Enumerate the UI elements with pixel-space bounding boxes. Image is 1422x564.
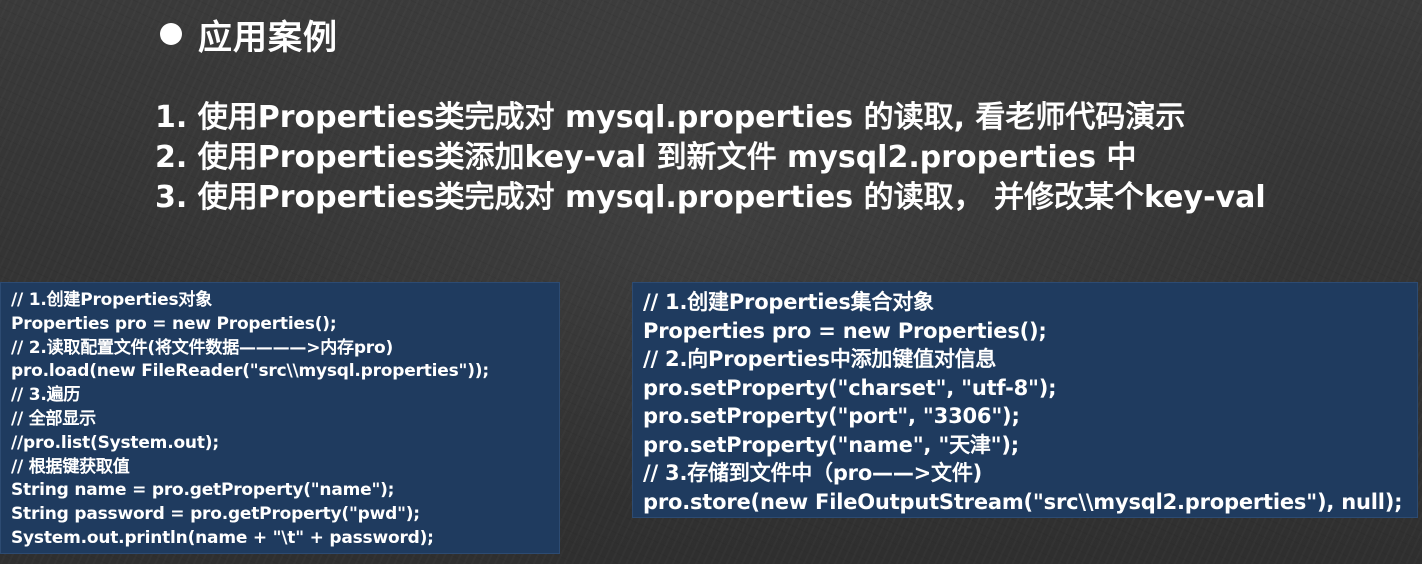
section-heading: 应用案例 <box>160 12 338 58</box>
code-line: // 2.读取配置文件(将文件数据————>内存pro) <box>11 337 394 358</box>
code-block-read-properties: // 1.创建Properties对象 Properties pro = new… <box>0 282 560 554</box>
code-line: // 3.遍历 <box>11 385 81 406</box>
code-line: pro.setProperty("port", "3306"); <box>643 404 1020 428</box>
code-line: String name = pro.getProperty("name"); <box>11 480 395 501</box>
code-line: pro.setProperty("charset", "utf-8"); <box>643 375 1057 400</box>
case-list: 1. 使用Properties类完成对 mysql.properties 的读取… <box>155 98 1266 218</box>
code-line: // 根据键获取值 <box>11 456 130 477</box>
case-item-2: 2. 使用Properties类添加key-val 到新文件 mysql2.pr… <box>155 140 1137 175</box>
code-line: pro.store(new FileOutputStream("src\\mys… <box>643 489 1403 514</box>
code-line: // 2.向Properties中添加键值对信息 <box>643 347 997 371</box>
code-line: pro.load(new FileReader("src\\mysql.prop… <box>11 361 489 382</box>
section-title: 应用案例 <box>198 17 338 58</box>
code-line: //pro.list(System.out); <box>11 432 219 453</box>
code-line: Properties pro = new Properties(); <box>11 313 337 334</box>
case-item-1: 1. 使用Properties类完成对 mysql.properties 的读取… <box>155 100 1186 135</box>
code-line: // 1.创建Properties对象 <box>11 290 213 310</box>
code-block-store-properties: // 1.创建Properties集合对象 Properties pro = n… <box>632 282 1418 518</box>
code-line: // 1.创建Properties集合对象 <box>643 290 934 314</box>
code-line: // 全部显示 <box>11 408 96 429</box>
bullet-icon <box>160 23 182 45</box>
code-line: String password = pro.getProperty("pwd")… <box>11 504 420 525</box>
code-line: System.out.println(name + "\t" + passwor… <box>11 527 434 548</box>
code-line: Properties pro = new Properties(); <box>643 318 1047 343</box>
code-line: // 3.存储到文件中（pro——>文件) <box>643 461 983 485</box>
code-line: pro.setProperty("name", "天津"); <box>643 432 1019 457</box>
case-item-3: 3. 使用Properties类完成对 mysql.properties 的读取… <box>155 180 1266 215</box>
